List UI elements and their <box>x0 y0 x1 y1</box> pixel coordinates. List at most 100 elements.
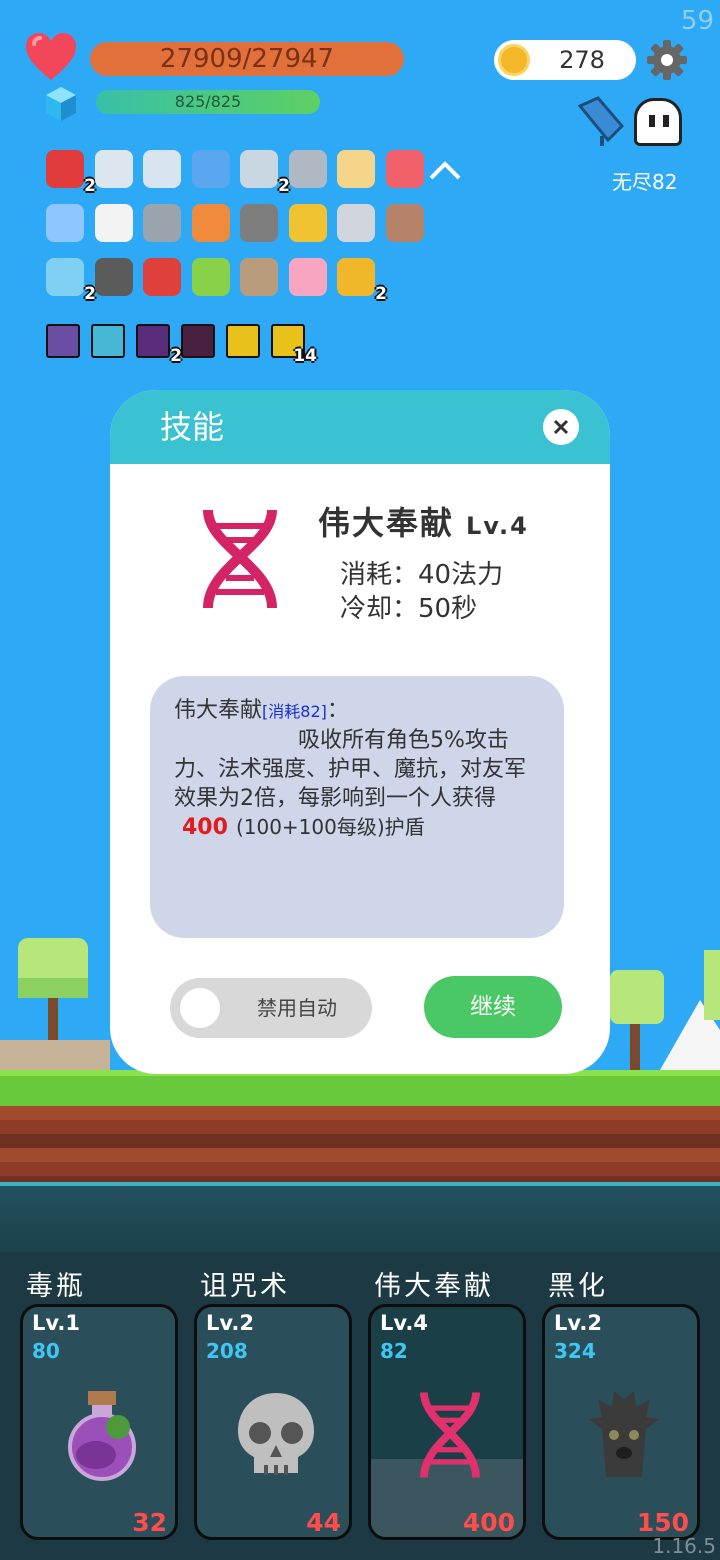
endless-mode-label: 无尽82 <box>612 170 678 194</box>
yellow-face-buff-icon-2[interactable]: 14 <box>269 322 317 366</box>
ground-grass <box>0 1070 720 1106</box>
demon-buff-icon-shape <box>136 324 170 358</box>
coin-stack-item-icon[interactable]: 2 <box>335 256 387 304</box>
potion-flask-item-icon-shape <box>46 258 84 296</box>
hp-value: 27909/27947 <box>159 44 335 74</box>
skill-name-label: 毒瓶 <box>26 1271 86 1302</box>
skill-card-darken[interactable]: Lv.2 324 150 <box>542 1304 700 1540</box>
item-count: 2 <box>375 284 387 304</box>
battle-axe-item-icon-shape <box>288 150 327 188</box>
capsule-item-icon-shape <box>385 150 424 188</box>
gear-icon[interactable] <box>646 39 688 81</box>
ring-item-icon-shape <box>288 204 327 242</box>
pill-item-icon[interactable] <box>44 202 86 244</box>
skill-name: 伟大奉献 <box>318 504 455 542</box>
skill-mana-cost: 324 <box>554 1339 596 1363</box>
skill-card-great-devotion[interactable]: Lv.4 82 400 <box>368 1304 526 1540</box>
skill-mana-cost: 208 <box>206 1339 248 1363</box>
skill-card-curse[interactable]: Lv.2 208 44 <box>194 1304 352 1540</box>
cauldron-item-icon-shape <box>94 258 133 296</box>
blade-buff-icon-shape <box>46 324 80 358</box>
mace-item-icon-shape <box>143 204 181 242</box>
skill-title: 伟大奉献 Lv.4 <box>318 498 529 544</box>
toggle-label: 禁用自动 <box>257 996 337 1020</box>
mana-gem-icon <box>46 87 76 121</box>
capsule-item-icon[interactable] <box>384 148 426 190</box>
mace-item-icon[interactable] <box>141 202 183 244</box>
coin-value: 278 <box>559 46 605 74</box>
continue-button[interactable]: 继续 <box>424 976 562 1038</box>
skill-damage: 400 <box>462 1508 515 1537</box>
torch-item-icon-shape <box>191 204 230 242</box>
ghost-avatar-icon[interactable] <box>634 98 682 146</box>
shadow-buff-icon[interactable] <box>179 322 217 360</box>
helmet-item-icon[interactable] <box>238 202 280 244</box>
heart-icon <box>26 33 76 80</box>
treasure-map-item-icon[interactable] <box>335 148 377 190</box>
skill-name-label: 伟大奉献 <box>374 1271 494 1302</box>
cauldron-item-icon[interactable] <box>93 256 135 298</box>
skill-cooldown: 冷却：50秒 <box>340 594 478 624</box>
skill-card-poison-bottle[interactable]: Lv.1 80 32 <box>20 1304 178 1540</box>
skill-level: Lv.2 <box>206 1311 254 1335</box>
demon-buff-icon[interactable]: 2 <box>134 322 182 366</box>
lime-item-icon[interactable] <box>190 256 232 298</box>
star-card-item-icon[interactable] <box>190 148 232 190</box>
mushroom-brown-item-icon[interactable] <box>384 202 426 244</box>
potion-flask-item-icon[interactable]: 2 <box>44 256 96 304</box>
skill-mana-cost: 80 <box>32 1339 60 1363</box>
skill-level: Lv.4 <box>466 512 529 540</box>
sword-flag-icon <box>577 96 625 146</box>
hook-item-icon[interactable] <box>93 148 135 190</box>
shadow-buff-icon-shape <box>181 324 215 358</box>
shield-value: 400 <box>182 815 228 840</box>
fps-counter: 59 <box>680 6 714 36</box>
version-label: 1.16.5 <box>652 1534 716 1558</box>
poison-bottle-icon <box>68 1391 136 1481</box>
disable-auto-toggle[interactable]: 禁用自动 <box>170 978 372 1038</box>
battle-axe-item-icon[interactable] <box>287 148 329 190</box>
broadsword-item-icon[interactable]: 2 <box>238 148 290 196</box>
apple-item-icon[interactable]: 2 <box>44 148 96 196</box>
ice-cream-item-icon[interactable] <box>287 256 329 298</box>
meteor-item-icon-shape <box>240 258 278 296</box>
skull-icon <box>238 1393 314 1475</box>
coin-counter: 278 <box>494 40 636 80</box>
coin-stack-item-icon-shape <box>337 258 375 296</box>
apple-item-icon-shape <box>46 150 84 188</box>
skill-name-label: 黑化 <box>548 1271 608 1302</box>
mushroom-red-item-icon[interactable] <box>141 256 183 298</box>
skill-damage: 150 <box>636 1508 689 1537</box>
description-colon: ： <box>326 698 349 723</box>
checklist-item-icon[interactable] <box>93 202 135 244</box>
torch-item-icon[interactable] <box>190 202 232 244</box>
hook-item-icon-shape <box>94 150 133 188</box>
blade-buff-icon[interactable] <box>44 322 82 360</box>
mana-bar: 825/825 <box>96 90 320 114</box>
description-skill-name: 伟大奉献 <box>174 698 263 723</box>
light-buff-icon-shape <box>91 324 125 358</box>
dialog-title: 技能 <box>160 408 225 446</box>
sword-item-icon[interactable] <box>141 148 183 190</box>
dark-tree-icon <box>588 1391 660 1477</box>
light-buff-icon[interactable] <box>89 322 127 360</box>
description-body: 吸收所有角色5%攻击力、法术强度、护甲、魔抗，对友军效果为2倍，每影响到一个人获… <box>174 728 527 811</box>
ring-item-icon[interactable] <box>287 202 329 244</box>
skill-description-box: 伟大奉献[消耗82]： 吸收所有角色5%攻击力、法术强度、护甲、魔抗，对友军效果… <box>150 676 564 938</box>
shield-formula: (100+100每级)护盾 <box>235 815 425 839</box>
yellow-face-buff-icon-shape <box>226 324 260 358</box>
compass-item-icon[interactable] <box>335 202 377 244</box>
ground-dirt <box>0 1106 720 1182</box>
checklist-item-icon-shape <box>94 204 133 242</box>
close-icon[interactable] <box>543 409 579 445</box>
meteor-item-icon[interactable] <box>238 256 280 298</box>
chevron-up-icon[interactable] <box>428 158 462 182</box>
toggle-knob <box>180 988 220 1028</box>
skill-mana-cost: 82 <box>380 1339 408 1363</box>
mana-value: 825/825 <box>174 92 242 111</box>
dna-icon <box>203 509 277 609</box>
water-strip <box>0 1182 720 1252</box>
yellow-face-buff-icon[interactable] <box>224 322 262 360</box>
compass-item-icon-shape <box>337 204 375 242</box>
hp-bar: 27909/27947 <box>90 42 404 76</box>
